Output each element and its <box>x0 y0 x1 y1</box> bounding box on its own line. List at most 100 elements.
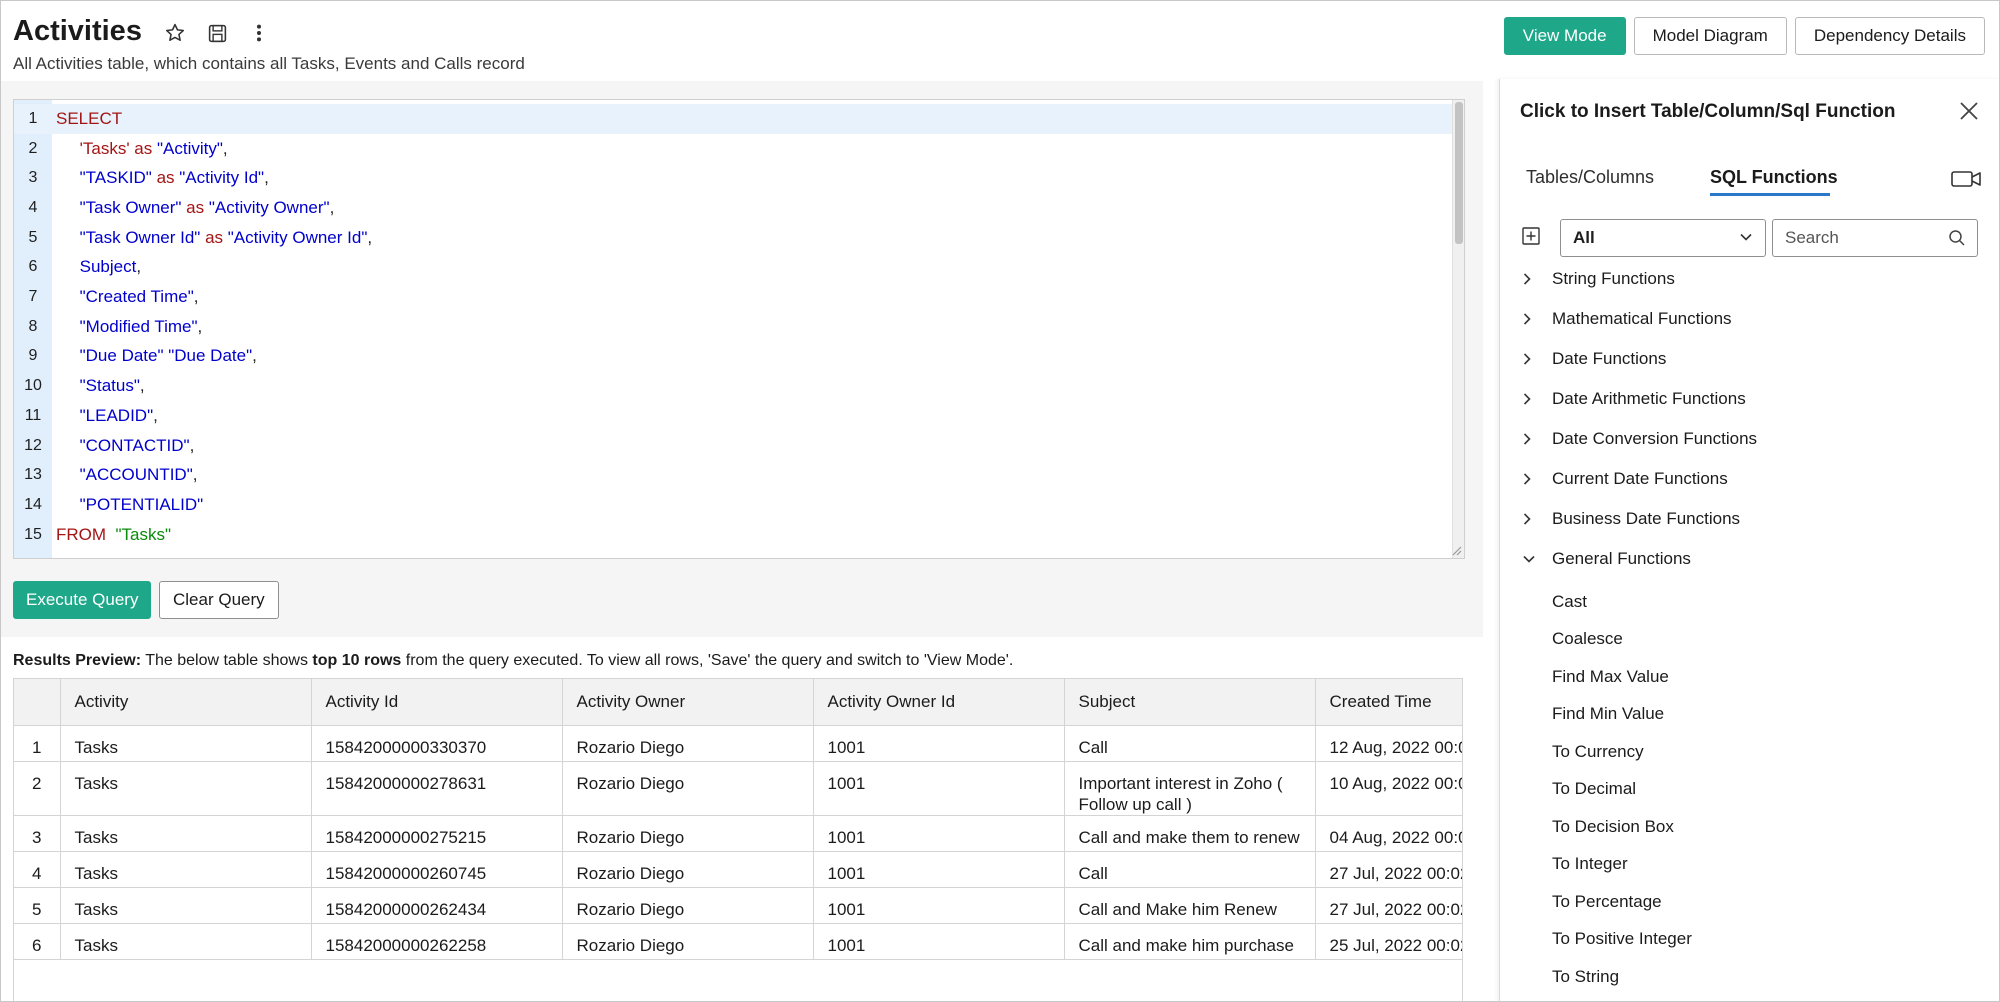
table-row[interactable]: 2 Tasks 15842000000278631 Rozario Diego 1001… <box>14 761 1462 816</box>
code-line[interactable]: 8 "Modified Time", <box>14 312 1454 342</box>
code-line[interactable]: 7 "Created Time", <box>14 282 1454 312</box>
title-icon-group <box>163 21 271 45</box>
table-cell: 15842000000260745 <box>311 851 563 888</box>
code-line[interactable]: 5 "Task Owner Id" as "Activity Owner Id"… <box>14 223 1454 253</box>
chevron-right-icon <box>1522 472 1540 486</box>
code-token: as <box>151 168 180 188</box>
tab-sql-functions[interactable]: SQL Functions <box>1710 167 1838 188</box>
function-item[interactable]: To Decimal <box>1500 771 1999 809</box>
code-line[interactable]: 4 "Task Owner" as "Activity Owner", <box>14 193 1454 223</box>
table-cell: Tasks <box>60 851 312 888</box>
row-number: 2 <box>14 761 61 816</box>
table-cell: 04 Aug, 2022 00:04 <box>1315 815 1462 852</box>
more-options-icon[interactable] <box>247 21 271 45</box>
code-line[interactable]: 11 "LEADID", <box>14 401 1454 431</box>
function-item[interactable]: To Percentage <box>1500 883 1999 921</box>
function-category[interactable]: Mathematical Functions <box>1500 299 1999 339</box>
function-item[interactable]: Cast <box>1500 583 1999 621</box>
code-token: FROM <box>56 524 111 544</box>
view-mode-button[interactable]: View Mode <box>1503 17 1626 55</box>
code-token: as <box>181 197 209 217</box>
column-header[interactable]: Activity Owner <box>562 679 814 726</box>
active-tab-indicator <box>1710 193 1830 196</box>
search-icon[interactable] <box>1948 229 1966 247</box>
function-category[interactable]: Date Conversion Functions <box>1500 419 1999 459</box>
code-token: "Tasks" <box>110 524 172 544</box>
function-category[interactable]: Business Date Functions <box>1500 499 1999 539</box>
code-token: , <box>197 316 203 336</box>
row-number: 5 <box>14 887 61 924</box>
editor-scrollbar[interactable] <box>1452 100 1464 558</box>
function-category[interactable]: String Functions <box>1500 259 1999 299</box>
code-text: "Task Owner Id" as "Activity Owner Id", <box>52 228 372 248</box>
video-icon[interactable] <box>1951 169 1981 189</box>
code-token: , <box>367 227 373 247</box>
results-note-text-b: from the query executed. To view all row… <box>401 652 1014 669</box>
table-row[interactable]: 6 Tasks 15842000000262258 Rozario Diego 1001… <box>14 923 1462 960</box>
clear-query-button[interactable]: Clear Query <box>159 581 279 619</box>
code-line[interactable]: 6 Subject, <box>14 253 1454 283</box>
function-item[interactable]: To Currency <box>1500 733 1999 771</box>
column-header[interactable]: Activity <box>60 679 312 726</box>
code-line[interactable]: 13 "ACCOUNTID", <box>14 460 1454 490</box>
column-header[interactable]: Activity Id <box>311 679 563 726</box>
code-line[interactable]: 3 "TASKID" as "Activity Id", <box>14 163 1454 193</box>
model-diagram-button[interactable]: Model Diagram <box>1633 17 1787 55</box>
function-category[interactable]: Date Functions <box>1500 339 1999 379</box>
function-category[interactable]: Current Date Functions <box>1500 459 1999 499</box>
line-number: 15 <box>24 525 42 543</box>
column-header[interactable]: Activity Owner Id <box>813 679 1065 726</box>
function-item[interactable]: Find Max Value <box>1500 658 1999 696</box>
column-header[interactable]: Subject <box>1064 679 1316 726</box>
execute-query-button[interactable]: Execute Query <box>13 581 152 619</box>
table-row[interactable]: 1 Tasks 15842000000330370 Rozario Diego 1001… <box>14 725 1462 762</box>
line-number: 3 <box>28 169 38 187</box>
table-row[interactable]: 3 Tasks 15842000000275215 Rozario Diego 1001… <box>14 815 1462 852</box>
code-token: "TASKID" <box>79 168 152 188</box>
table-cell: 25 Jul, 2022 00:02 <box>1315 923 1462 960</box>
code-line[interactable]: 14 "POTENTIALID" <box>14 490 1454 520</box>
table-cell: 15842000000275215 <box>311 815 563 852</box>
function-item[interactable]: To Positive Integer <box>1500 921 1999 959</box>
code-line[interactable]: 1 SELECT <box>14 104 1454 134</box>
table-row[interactable]: 4 Tasks 15842000000260745 Rozario Diego 1001… <box>14 851 1462 888</box>
column-header[interactable] <box>14 679 61 726</box>
function-category-label: Current Date Functions <box>1552 469 1728 488</box>
code-line[interactable]: 15 FROM "Tasks" <box>14 520 1454 550</box>
dependency-details-button[interactable]: Dependency Details <box>1794 17 1985 55</box>
chevron-right-icon <box>1522 432 1540 446</box>
results-preview-note: Results Preview: The below table shows t… <box>13 652 1013 670</box>
column-header[interactable]: Created Time <box>1315 679 1462 726</box>
function-category-list: String Functions Mathematical Functions Da… <box>1500 259 1999 996</box>
code-line[interactable]: 10 "Status", <box>14 371 1454 401</box>
code-token: , <box>153 405 158 425</box>
table-cell: 27 Jul, 2022 00:02 <box>1315 851 1462 888</box>
close-icon[interactable] <box>1957 99 1981 123</box>
code-line[interactable]: 2 'Tasks' as "Activity", <box>14 134 1454 164</box>
function-category[interactable]: Date Arithmetic Functions <box>1500 379 1999 419</box>
function-item[interactable]: To Decision Box <box>1500 808 1999 846</box>
function-item[interactable]: To Integer <box>1500 846 1999 884</box>
save-icon[interactable] <box>205 21 229 45</box>
editor-scrollbar-thumb[interactable] <box>1455 102 1463 244</box>
function-category-general[interactable]: General Functions <box>1500 539 1999 579</box>
function-item[interactable]: Coalesce <box>1500 621 1999 659</box>
function-filter-select[interactable]: All <box>1560 219 1766 257</box>
code-line[interactable]: 12 "CONTACTID", <box>14 431 1454 461</box>
function-item[interactable]: To String <box>1500 958 1999 996</box>
resize-handle-icon[interactable] <box>1450 544 1462 556</box>
tab-tables-columns[interactable]: Tables/Columns <box>1526 167 1654 188</box>
code-text: "Due Date" "Due Date", <box>52 346 257 366</box>
sql-editor[interactable]: 1 SELECT 2 'Tasks' as "Activity", 3 "TASKID… <box>13 99 1465 559</box>
code-line[interactable]: 9 "Due Date" "Due Date", <box>14 342 1454 372</box>
panel-title: Click to Insert Table/Column/Sql Functio… <box>1520 101 1896 122</box>
table-row[interactable]: 5 Tasks 15842000000262434 Rozario Diego 1001… <box>14 887 1462 924</box>
function-item[interactable]: Find Min Value <box>1500 696 1999 734</box>
add-icon[interactable] <box>1522 227 1540 245</box>
line-number: 6 <box>28 258 38 276</box>
row-number: 4 <box>14 851 61 888</box>
star-icon[interactable] <box>163 21 187 45</box>
